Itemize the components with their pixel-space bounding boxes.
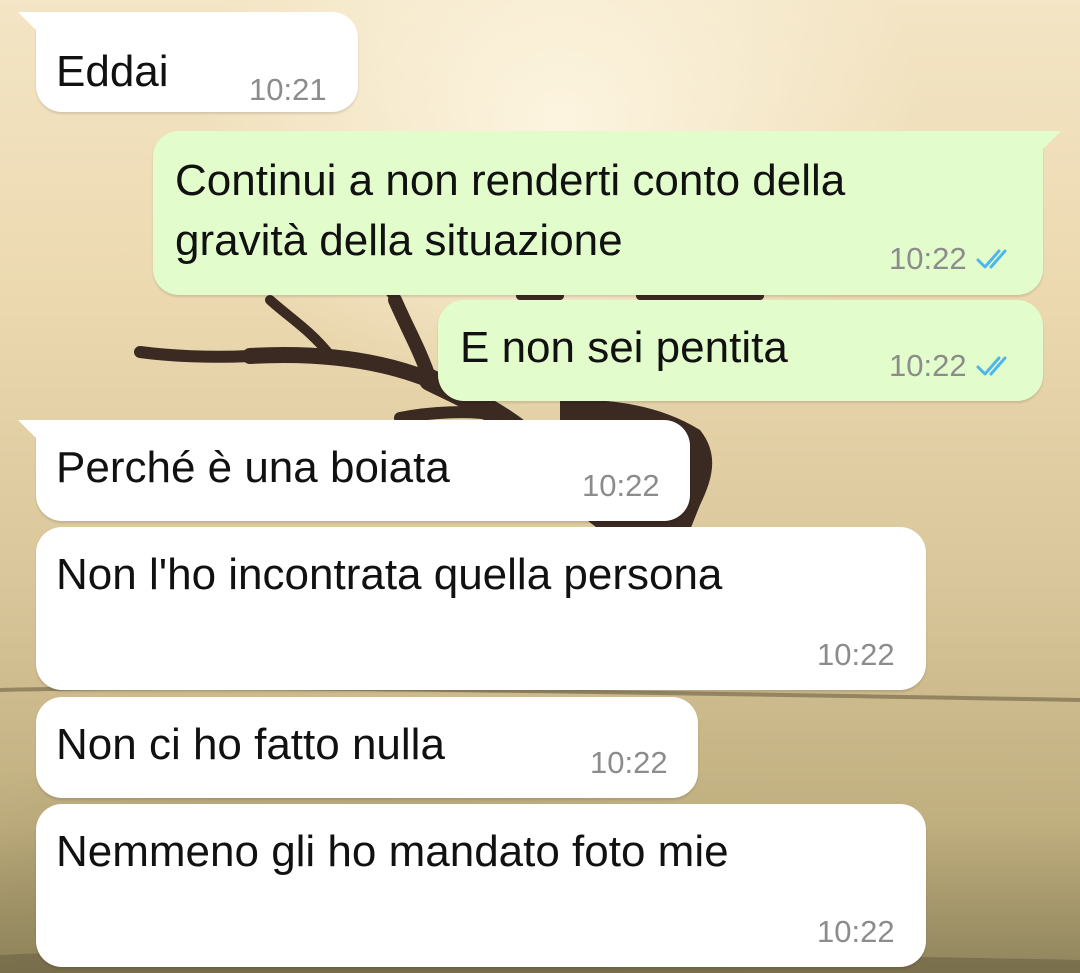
message-text: E non sei pentita: [460, 323, 788, 372]
double-check-read-icon: [976, 356, 1007, 376]
message-text: Non ci ho fatto nulla: [56, 720, 445, 769]
message-bubble-incoming[interactable]: Non l'ho incontrata quella persona 10:22: [36, 527, 926, 690]
bubble-tail: [1039, 131, 1061, 153]
message-text: Eddai: [56, 47, 169, 96]
message-bubble-incoming[interactable]: Eddai 10:21: [18, 12, 358, 112]
message-timestamp: 10:22: [889, 241, 1015, 277]
message-text-line-2: gravità della situazione: [175, 216, 623, 265]
message-bubble-incoming[interactable]: Non ci ho fatto nulla 10:22: [36, 697, 698, 798]
message-text: Perché è una boiata: [56, 443, 450, 492]
message-timestamp: 10:22: [582, 468, 660, 503]
message-timestamp: 10:22: [817, 637, 895, 672]
message-bubble-incoming[interactable]: Perché è una boiata 10:22: [18, 420, 690, 521]
bubble-tail: [18, 12, 40, 34]
message-text: Non l'ho incontrata quella persona: [56, 550, 723, 599]
bubble-tail: [18, 420, 40, 442]
message-timestamp: 10:22: [889, 348, 1015, 384]
message-timestamp: 10:21: [249, 72, 327, 107]
message-bubble-outgoing[interactable]: E non sei pentita 10:22: [438, 300, 1043, 401]
message-bubble-incoming[interactable]: Nemmeno gli ho mandato foto mie 10:22: [36, 804, 926, 967]
message-bubble-outgoing[interactable]: Continui a non renderti conto della grav…: [153, 131, 1061, 295]
double-check-read-icon: [976, 249, 1007, 269]
message-text-line-1: Continui a non renderti conto della: [175, 156, 846, 205]
message-text: Nemmeno gli ho mandato foto mie: [56, 827, 729, 876]
message-timestamp: 10:22: [590, 745, 668, 780]
message-timestamp: 10:22: [817, 914, 895, 949]
